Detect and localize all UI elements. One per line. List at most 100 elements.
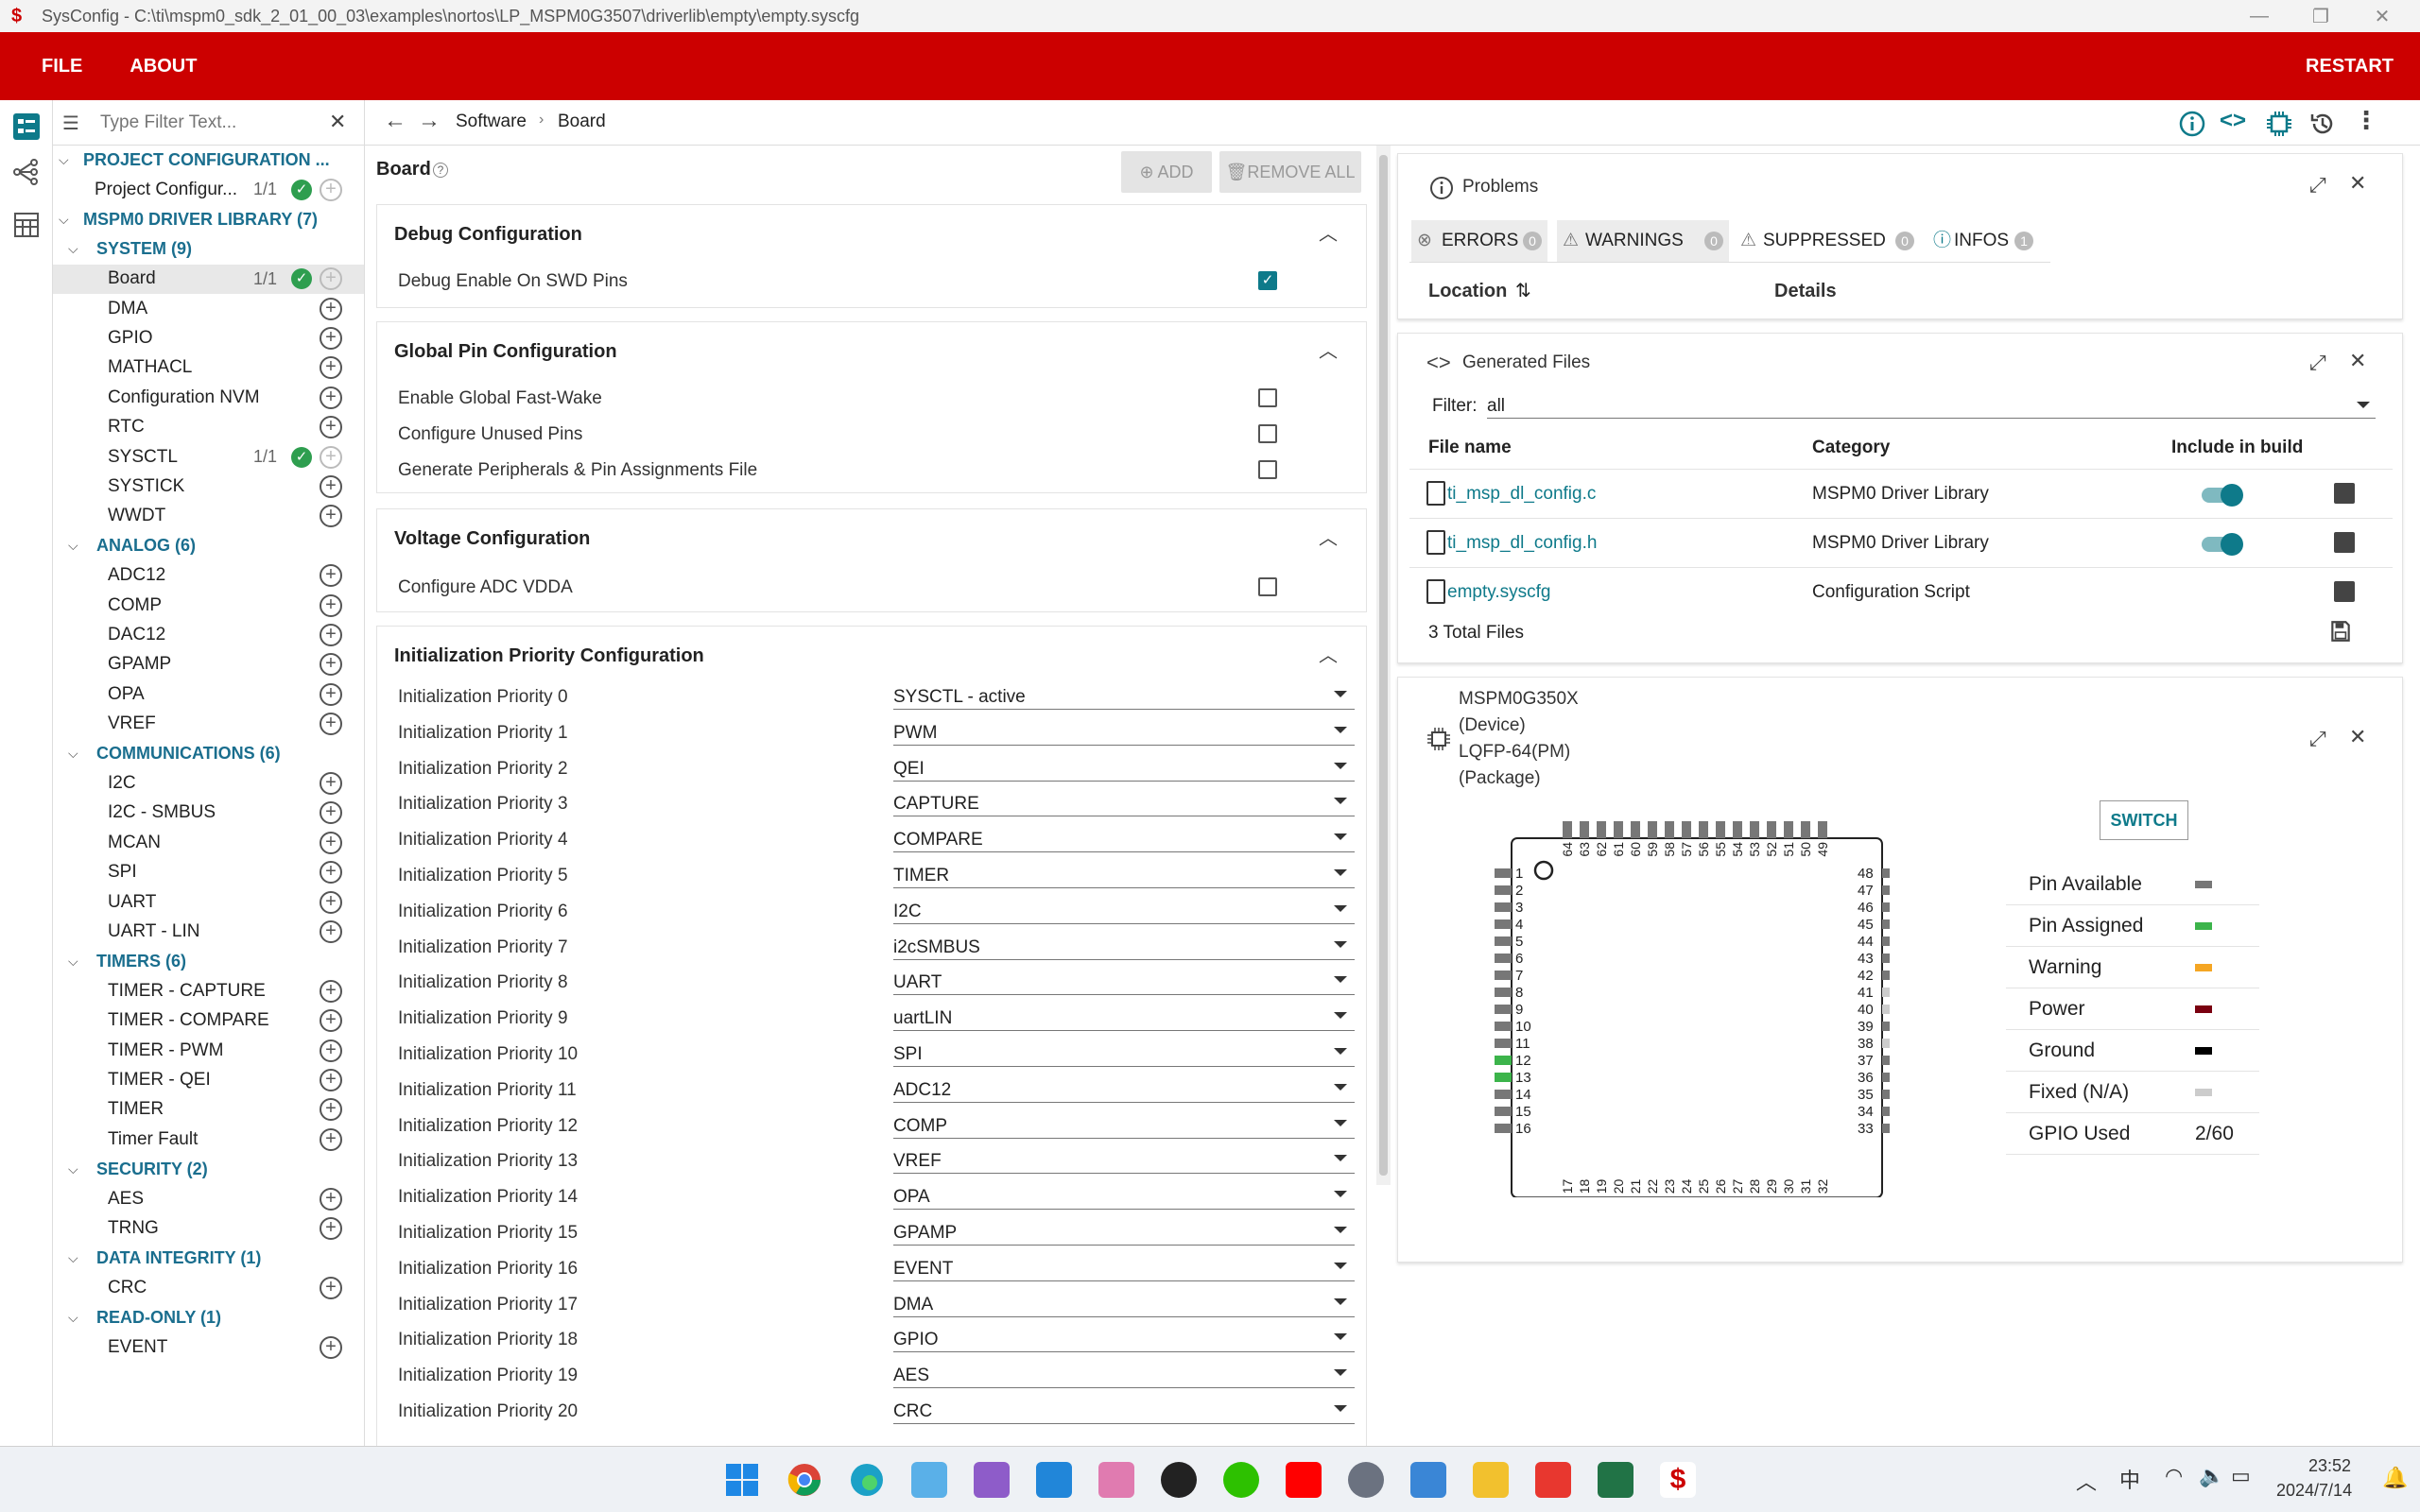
close-window-icon[interactable]: ✕ xyxy=(2354,0,2411,32)
app-icon[interactable] xyxy=(1098,1462,1134,1498)
add-instance-icon[interactable]: + xyxy=(320,1009,342,1033)
table-view-icon[interactable] xyxy=(11,210,42,240)
priority-select[interactable]: GPIO xyxy=(893,1326,1355,1353)
priority-select[interactable]: SPI xyxy=(893,1040,1355,1067)
include-toggle[interactable] xyxy=(2202,484,2243,507)
scrollbar-thumb[interactable] xyxy=(1379,155,1388,1176)
wifi-icon[interactable]: ◠ xyxy=(2165,1464,2183,1488)
add-instance-icon[interactable]: + xyxy=(320,831,342,854)
add-instance-icon[interactable]: + xyxy=(320,178,342,201)
tree-item[interactable]: DAC12 + xyxy=(53,620,364,649)
tree-category[interactable]: ⌵ COMMUNICATIONS (6) xyxy=(53,739,364,768)
expand-caret-icon[interactable]: ⌵ xyxy=(68,1250,78,1266)
tree-item[interactable]: TIMER - PWM + xyxy=(53,1036,364,1065)
expand-icon[interactable]: ⤢ xyxy=(2309,727,2326,751)
priority-select[interactable]: SYSCTL - active xyxy=(893,683,1355,710)
notification-bell-icon[interactable]: 🔔 xyxy=(2382,1466,2408,1490)
add-instance-icon[interactable]: + xyxy=(320,801,342,825)
chip-package-diagram[interactable]: 1 4864172 4763183 4662194 4561205 4460216 4359… xyxy=(1483,800,1890,1197)
tree-item[interactable]: OPA + xyxy=(53,679,364,709)
tree-item[interactable]: RTC + xyxy=(53,413,364,442)
vscode-icon[interactable] xyxy=(1036,1462,1072,1498)
unused-pins-checkbox[interactable] xyxy=(1258,424,1277,443)
tree-item[interactable]: UART - LIN + xyxy=(53,917,364,946)
tree-category[interactable]: ⌵ SYSTEM (9) xyxy=(53,234,364,264)
more-options-icon[interactable]: ⋮ xyxy=(2354,106,2378,135)
expand-caret-icon[interactable]: ⌵ xyxy=(68,241,78,257)
sysconfig-taskbar-icon[interactable]: $ xyxy=(1660,1462,1696,1498)
tree-item[interactable]: EVENT + xyxy=(53,1332,364,1362)
tree-category[interactable]: ⌵ ANALOG (6) xyxy=(53,531,364,560)
wps-icon[interactable] xyxy=(1535,1462,1571,1498)
add-instance-icon[interactable]: + xyxy=(320,593,342,617)
file-filter-select[interactable]: all xyxy=(1487,392,2376,419)
priority-select[interactable]: I2C xyxy=(893,898,1355,924)
tree-item[interactable]: TIMER - COMPARE + xyxy=(53,1006,364,1036)
infos-filter-tab[interactable]: ⓘ INFOS 1 xyxy=(1927,220,2045,262)
file-name-link[interactable]: ti_msp_dl_config.h xyxy=(1447,533,1597,554)
priority-select[interactable]: ADC12 xyxy=(893,1076,1355,1103)
suppressed-filter-tab[interactable]: ⚠ SUPPRESSED 0 xyxy=(1735,220,1920,262)
tree-item[interactable]: WWDT + xyxy=(53,502,364,531)
add-instance-icon[interactable]: + xyxy=(320,267,342,291)
priority-select[interactable]: UART xyxy=(893,969,1355,996)
close-panel-icon[interactable]: ✕ xyxy=(2349,725,2366,749)
clear-filter-icon[interactable]: ✕ xyxy=(329,110,346,134)
tree-item[interactable]: I2C - SMBUS + xyxy=(53,799,364,828)
expand-caret-icon[interactable]: ⌵ xyxy=(59,212,69,228)
priority-select[interactable]: DMA xyxy=(893,1291,1355,1317)
tree-item[interactable]: MATHACL + xyxy=(53,353,364,383)
expand-icon[interactable]: ⤢ xyxy=(2309,351,2326,375)
add-instance-icon[interactable]: + xyxy=(320,682,342,706)
warnings-filter-tab[interactable]: ⚠ WARNINGS 0 xyxy=(1557,220,1729,262)
add-instance-icon[interactable]: + xyxy=(320,445,342,469)
tree-item[interactable]: I2C + xyxy=(53,768,364,798)
add-instance-icon[interactable]: + xyxy=(320,505,342,528)
add-instance-icon[interactable]: + xyxy=(320,919,342,943)
clock-time[interactable]: 23:52 xyxy=(2308,1456,2351,1476)
tree-item[interactable]: SYSCTL 1/1 ✓ + xyxy=(53,442,364,472)
add-instance-icon[interactable]: + xyxy=(320,1216,342,1240)
location-column-header[interactable]: Location xyxy=(1428,281,1507,302)
tree-category[interactable]: ⌵ TIMERS (6) xyxy=(53,947,364,976)
generate-file-checkbox[interactable] xyxy=(1258,460,1277,479)
tree-item[interactable]: GPIO + xyxy=(53,323,364,352)
save-all-icon[interactable] xyxy=(2328,619,2353,644)
tree-category-driver-library[interactable]: ⌵ MSPM0 DRIVER LIBRARY (7) xyxy=(53,205,364,234)
add-instance-icon[interactable]: + xyxy=(320,326,342,350)
add-instance-icon[interactable]: + xyxy=(320,713,342,736)
add-instance-icon[interactable]: + xyxy=(320,771,342,795)
code-view-icon[interactable]: <> xyxy=(2220,108,2246,134)
battery-icon[interactable]: ▭ xyxy=(2231,1464,2251,1488)
collapse-chevron-icon[interactable]: ︿ xyxy=(1319,335,1338,363)
chrome-icon[interactable] xyxy=(786,1462,822,1498)
tree-item[interactable]: SPI + xyxy=(53,858,364,887)
tree-item[interactable]: ADC12 + xyxy=(53,561,364,591)
tree-category[interactable]: ⌵ DATA INTEGRITY (1) xyxy=(53,1244,364,1273)
back-arrow-icon[interactable]: ← xyxy=(384,108,406,134)
add-instance-icon[interactable]: + xyxy=(320,356,342,380)
tree-item[interactable]: TIMER - QEI + xyxy=(53,1065,364,1094)
add-instance-icon[interactable]: + xyxy=(320,564,342,588)
breadcrumb-software[interactable]: Software xyxy=(456,112,527,132)
add-instance-icon[interactable]: + xyxy=(320,474,342,498)
tree-item[interactable]: UART + xyxy=(53,887,364,917)
remove-all-button[interactable]: 🗑REMOVE ALL xyxy=(1219,151,1361,193)
youtube-icon[interactable] xyxy=(1286,1462,1322,1498)
save-file-icon[interactable] xyxy=(2334,532,2355,553)
sort-icon[interactable]: ⇅ xyxy=(1515,279,1531,302)
volume-icon[interactable]: 🔈 xyxy=(2199,1464,2224,1488)
tree-item[interactable]: TIMER + xyxy=(53,1095,364,1125)
file-explorer-icon[interactable] xyxy=(1473,1462,1509,1498)
scrollbar[interactable] xyxy=(1376,146,1391,1185)
expand-icon[interactable]: ⤢ xyxy=(2309,173,2326,198)
photos-app-icon[interactable] xyxy=(911,1462,947,1498)
menu-file[interactable]: FILE xyxy=(21,56,103,77)
info-icon[interactable] xyxy=(2178,110,2206,138)
tree-item[interactable]: SYSTICK + xyxy=(53,472,364,501)
priority-select[interactable]: OPA xyxy=(893,1183,1355,1211)
settings-gear-icon[interactable] xyxy=(1348,1462,1384,1498)
collapse-chevron-icon[interactable]: ︿ xyxy=(1319,218,1338,246)
expand-caret-icon[interactable]: ⌵ xyxy=(68,1310,78,1326)
clock-date[interactable]: 2024/7/14 xyxy=(2276,1481,2352,1501)
